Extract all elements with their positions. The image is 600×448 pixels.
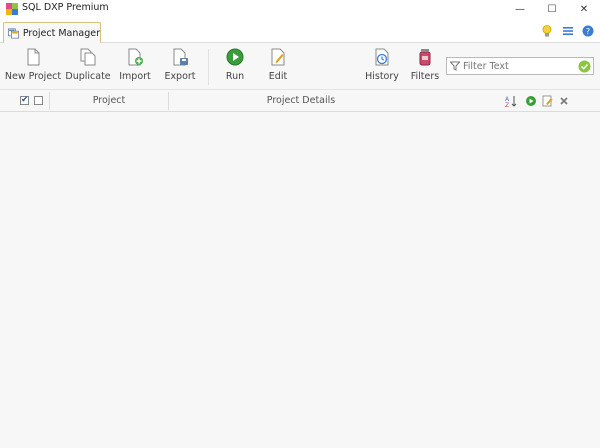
project-list[interactable] — [0, 113, 600, 448]
edit-icon — [271, 48, 285, 66]
new-project-button[interactable]: New Project — [5, 47, 61, 87]
duplicate-icon — [80, 48, 96, 66]
toolbar-separator — [208, 49, 209, 85]
history-button[interactable]: History — [365, 47, 399, 87]
help-icon[interactable]: ? — [581, 24, 595, 38]
export-icon — [173, 48, 188, 66]
run-button[interactable]: Run — [222, 47, 248, 87]
project-details-column-header[interactable]: Project Details — [170, 95, 432, 106]
export-button[interactable]: Export — [164, 47, 196, 87]
filter-box — [446, 57, 594, 75]
svg-text:?: ? — [586, 27, 590, 36]
tab-label: Project Manager — [22, 27, 100, 39]
filter-jar-icon — [419, 49, 431, 66]
funnel-icon — [450, 61, 460, 71]
column-divider — [168, 92, 169, 110]
filters-button[interactable]: Filters — [410, 47, 440, 87]
app-icon — [6, 3, 18, 15]
minimize-button[interactable]: — — [505, 0, 535, 18]
edit-button[interactable]: Edit — [266, 47, 290, 87]
apply-filter-icon[interactable] — [578, 60, 591, 73]
filter-text-input[interactable] — [463, 59, 575, 73]
checkmark-icon: ✔ — [21, 95, 29, 105]
select-none-checkbox[interactable] — [34, 96, 43, 105]
maximize-button[interactable]: ☐ — [537, 0, 567, 18]
close-button[interactable]: ✕ — [569, 0, 599, 18]
project-column-header[interactable]: Project — [50, 95, 168, 106]
select-all-checkbox[interactable]: ✔ — [20, 95, 29, 105]
import-icon — [128, 48, 143, 66]
edit-selected-icon[interactable] — [542, 95, 554, 107]
tab-bar: Project Manager — [0, 18, 600, 43]
duplicate-button[interactable]: Duplicate — [65, 47, 111, 87]
play-icon — [226, 48, 244, 66]
import-button[interactable]: Import — [118, 47, 152, 87]
svg-text:Z: Z — [505, 102, 509, 107]
project-manager-icon — [8, 27, 19, 39]
title-bar: SQL DXP Premium — ☐ ✕ — [0, 0, 600, 18]
window-title: SQL DXP Premium — [22, 2, 109, 13]
run-selected-icon[interactable] — [525, 95, 537, 107]
menu-icon[interactable] — [561, 24, 575, 38]
delete-selected-icon[interactable] — [558, 95, 570, 107]
sort-icon[interactable]: A Z — [505, 95, 517, 107]
lightbulb-icon[interactable] — [540, 24, 554, 38]
new-document-icon — [27, 48, 40, 66]
column-header: ✔ Project Project Details A Z — [0, 90, 600, 112]
history-icon — [375, 48, 389, 66]
tab-project-manager[interactable]: Project Manager — [3, 22, 101, 43]
